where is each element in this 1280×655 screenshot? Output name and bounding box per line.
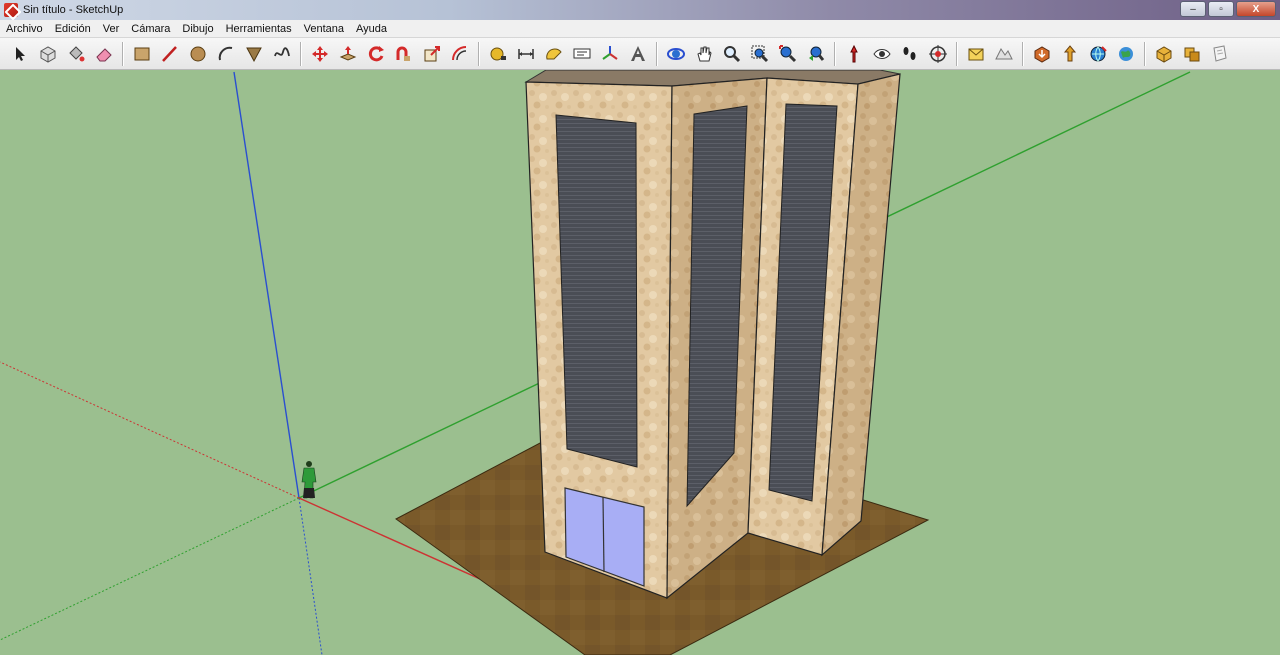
tape-measure-icon[interactable] [486, 42, 510, 66]
select-icon[interactable] [8, 42, 32, 66]
zoom-extents-icon[interactable] [776, 42, 800, 66]
orbit-icon[interactable] [664, 42, 688, 66]
freehand-icon[interactable] [270, 42, 294, 66]
add-location-icon[interactable] [964, 42, 988, 66]
toggle-terrain-icon[interactable] [992, 42, 1016, 66]
walk-icon[interactable] [898, 42, 922, 66]
extension-manager-icon[interactable] [1180, 42, 1204, 66]
previous-view-icon[interactable] [804, 42, 828, 66]
arc-icon[interactable] [214, 42, 238, 66]
toolbar-separator [956, 41, 958, 66]
close-button[interactable]: X [1236, 1, 1276, 17]
toolbar-separator [478, 41, 480, 66]
menu-camara[interactable]: Cámara [125, 23, 176, 35]
building-model[interactable] [524, 70, 901, 600]
dimension-icon[interactable] [514, 42, 538, 66]
menu-ayuda[interactable]: Ayuda [350, 23, 393, 35]
line-icon[interactable] [158, 42, 182, 66]
blue-axis [233, 71, 300, 499]
move-icon[interactable] [308, 42, 332, 66]
window-title: Sin título - SketchUp [23, 4, 124, 16]
axes-icon[interactable] [598, 42, 622, 66]
menu-archivo[interactable]: Archivo [0, 23, 49, 35]
google-earth-icon[interactable] [1114, 42, 1138, 66]
blue-axis-negative [298, 497, 323, 655]
follow-me-icon[interactable] [392, 42, 416, 66]
maximize-button[interactable]: ▫ [1208, 1, 1234, 17]
toolbar-separator [834, 41, 836, 66]
component-icon[interactable] [36, 42, 60, 66]
green-axis-negative [0, 497, 300, 641]
paint-bucket-icon[interactable] [64, 42, 88, 66]
zoom-window-icon[interactable] [748, 42, 772, 66]
toolbar-separator [1144, 41, 1146, 66]
scale-icon[interactable] [420, 42, 444, 66]
share-model-icon[interactable] [1058, 42, 1082, 66]
red-axis-negative [0, 361, 300, 499]
zoom-icon[interactable] [720, 42, 744, 66]
menu-dibujo[interactable]: Dibujo [176, 23, 219, 35]
rectangle-icon[interactable] [130, 42, 154, 66]
get-models-icon[interactable] [1030, 42, 1054, 66]
scale-figure[interactable] [301, 461, 317, 499]
menu-edicion[interactable]: Edición [49, 23, 97, 35]
text-icon[interactable] [570, 42, 594, 66]
layout-icon[interactable] [1208, 42, 1232, 66]
eraser-icon[interactable] [92, 42, 116, 66]
toolbar-separator [656, 41, 658, 66]
sketchup-app-icon [4, 3, 18, 17]
3d-text-icon[interactable] [626, 42, 650, 66]
circle-icon[interactable] [186, 42, 210, 66]
minimize-button[interactable]: – [1180, 1, 1206, 17]
share-component-icon[interactable] [1086, 42, 1110, 66]
menu-ver[interactable]: Ver [97, 23, 126, 35]
look-around-icon[interactable] [870, 42, 894, 66]
main-toolbar [0, 38, 1280, 70]
polygon-icon[interactable] [242, 42, 266, 66]
menu-bar: Archivo Edición Ver Cámara Dibujo Herram… [0, 20, 1280, 38]
menu-herramientas[interactable]: Herramientas [220, 23, 298, 35]
menu-ventana[interactable]: Ventana [298, 23, 350, 35]
scene-canvas [0, 70, 1191, 655]
toolbar-separator [300, 41, 302, 66]
modeling-viewport[interactable] [0, 70, 1280, 655]
protractor-icon[interactable] [542, 42, 566, 66]
window-left-front [555, 114, 638, 468]
toolbar-separator [122, 41, 124, 66]
title-bar: Sin título - SketchUp – ▫ X [0, 0, 1280, 20]
offset-icon[interactable] [448, 42, 472, 66]
toolbar-separator [1022, 41, 1024, 66]
section-plane-icon[interactable] [926, 42, 950, 66]
push-pull-icon[interactable] [336, 42, 360, 66]
position-camera-icon[interactable] [842, 42, 866, 66]
rotate-icon[interactable] [364, 42, 388, 66]
window-controls: – ▫ X [1180, 1, 1276, 17]
pan-icon[interactable] [692, 42, 716, 66]
extension-warehouse-icon[interactable] [1152, 42, 1176, 66]
